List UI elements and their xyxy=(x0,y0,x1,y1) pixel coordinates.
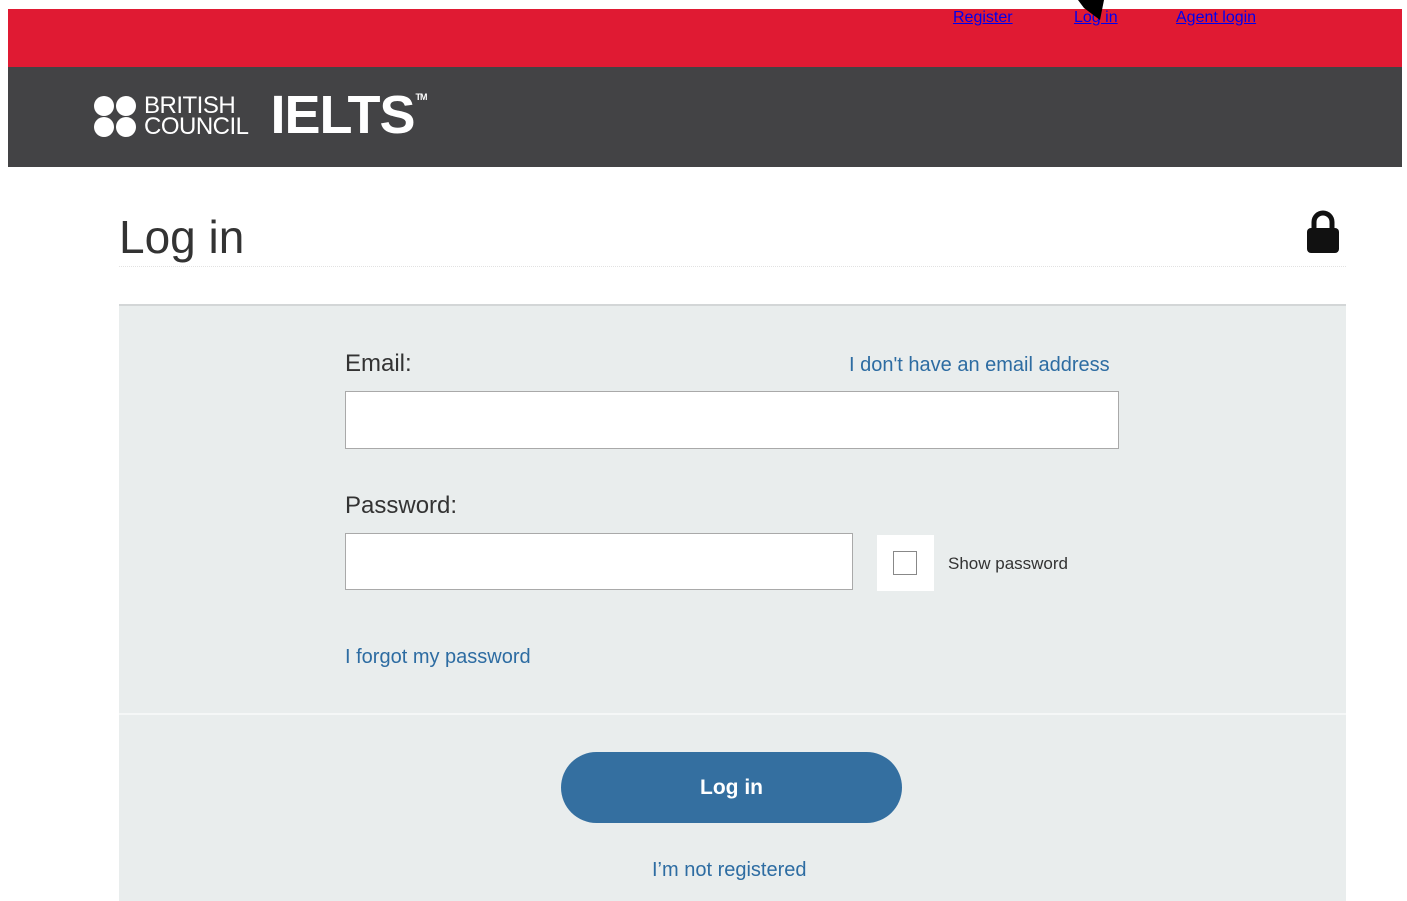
email-label: Email: xyxy=(345,350,412,377)
title-divider xyxy=(119,266,1346,267)
register-link[interactable]: Register xyxy=(953,9,1071,27)
british-council-ielts-logo[interactable]: BRITISH COUNCIL IELTSTM xyxy=(94,85,428,145)
email-input[interactable] xyxy=(345,391,1119,449)
british-council-wordmark: BRITISH COUNCIL xyxy=(144,92,249,140)
not-registered-link[interactable]: I’m not registered xyxy=(652,859,807,882)
show-password-label[interactable]: Show password xyxy=(948,554,1068,574)
no-email-link[interactable]: I don't have an email address xyxy=(849,354,1110,377)
password-input[interactable] xyxy=(345,533,853,590)
cursor-arrow-icon xyxy=(1078,0,1104,20)
forgot-password-link[interactable]: I forgot my password xyxy=(345,646,531,669)
form-section-divider xyxy=(119,713,1346,715)
trademark-mark: TM xyxy=(415,92,428,102)
agent-login-link[interactable]: Agent login xyxy=(1176,9,1317,27)
british-council-dots-icon xyxy=(94,94,138,138)
top-nav-bar: Register Log in Agent login xyxy=(8,9,1402,67)
page-title: Log in xyxy=(119,211,245,263)
show-password-checkbox[interactable] xyxy=(893,551,917,575)
show-password-checkbox-wrapper[interactable] xyxy=(877,535,934,591)
lock-icon xyxy=(1307,210,1339,253)
password-label: Password: xyxy=(345,492,458,519)
site-header: BRITISH COUNCIL IELTSTM xyxy=(8,67,1402,167)
login-submit-button[interactable]: Log in xyxy=(561,752,902,823)
login-form-panel: Email: I don't have an email address Pas… xyxy=(119,304,1346,901)
ielts-wordmark: IELTSTM xyxy=(270,85,428,145)
